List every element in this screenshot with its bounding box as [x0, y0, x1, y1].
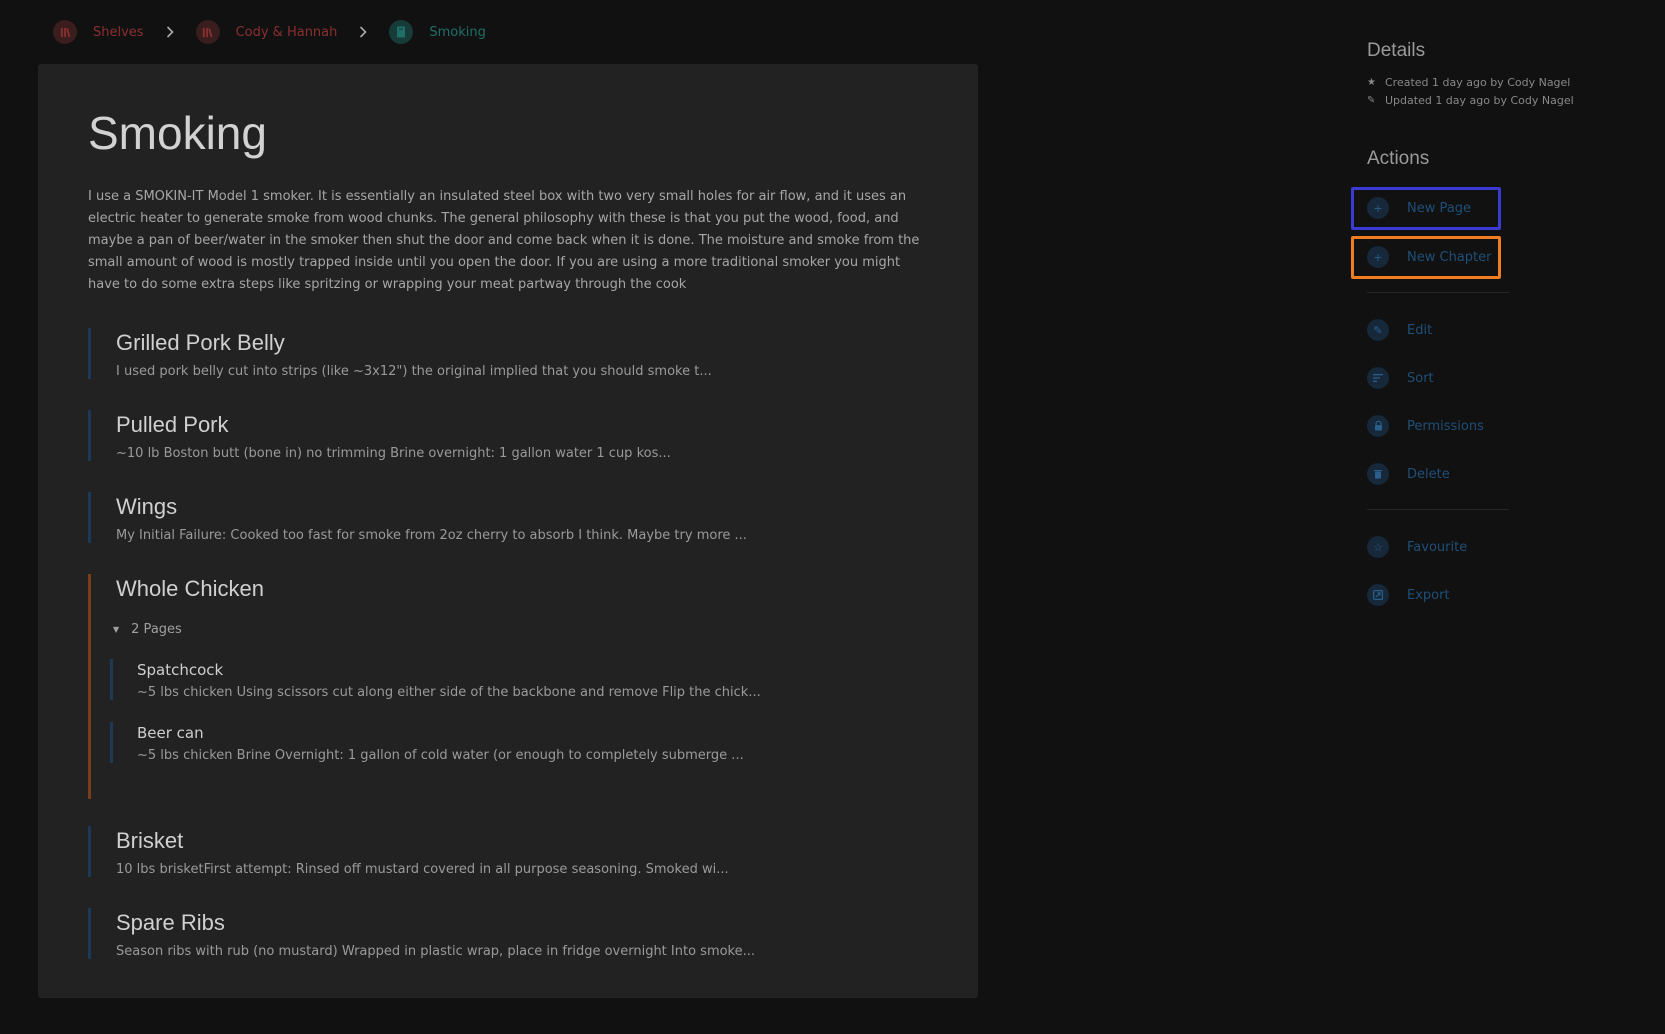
- details-heading: Details: [1367, 40, 1426, 61]
- sort-icon: [1367, 367, 1389, 389]
- content-item-page[interactable]: Wings My Initial Failure: Cooked too fas…: [88, 492, 747, 543]
- page-link-title[interactable]: Beer can: [137, 722, 761, 744]
- breadcrumb-label: Cody & Hannah: [235, 24, 338, 40]
- book-description: I use a SMOKIN-IT Model 1 smoker. It is …: [88, 189, 920, 292]
- pencil-icon: ✎: [1367, 95, 1376, 106]
- favourite-button[interactable]: ☆ Favourite: [1367, 536, 1467, 558]
- delete-button[interactable]: Delete: [1367, 463, 1450, 485]
- page-link-title[interactable]: Grilled Pork Belly: [116, 328, 712, 358]
- caret-down-icon: ▼: [113, 625, 120, 634]
- chapter-page-item[interactable]: Spatchcock ~5 lbs chicken Using scissors…: [110, 659, 761, 700]
- sort-button[interactable]: Sort: [1367, 367, 1434, 389]
- permissions-button[interactable]: Permissions: [1367, 415, 1484, 437]
- page-excerpt: I used pork belly cut into strips (like …: [116, 364, 712, 379]
- star-icon: ☆: [1367, 536, 1389, 558]
- export-icon: [1367, 584, 1389, 606]
- chapter-pages-count: 2 Pages: [131, 622, 182, 637]
- page-excerpt: ~5 lbs chicken Using scissors cut along …: [137, 685, 761, 700]
- page-excerpt: ~10 lb Boston butt (bone in) no trimming…: [116, 446, 671, 461]
- page-excerpt: My Initial Failure: Cooked too fast for …: [116, 528, 747, 543]
- shelves-icon: [53, 20, 77, 44]
- breadcrumb-shelves[interactable]: Shelves: [53, 20, 144, 44]
- star-icon: ★: [1367, 77, 1376, 88]
- breadcrumb-shelf[interactable]: Cody & Hannah: [195, 20, 338, 44]
- sidebar: Details ★ Created 1 day ago by Cody Nage…: [1351, 40, 1647, 606]
- book-content-card: Smoking I use a SMOKIN-IT Model 1 smoker…: [38, 64, 978, 998]
- content-item-page[interactable]: Grilled Pork Belly I used pork belly cut…: [88, 328, 712, 379]
- shelves-icon: [195, 20, 220, 44]
- new-chapter-button[interactable]: + New Chapter: [1367, 246, 1491, 268]
- book-icon: [389, 20, 414, 44]
- export-button[interactable]: Export: [1367, 584, 1450, 606]
- page-link-title[interactable]: Brisket: [116, 826, 729, 856]
- breadcrumb-label: Smoking: [429, 24, 486, 40]
- page-excerpt: Season ribs with rub (no mustard) Wrappe…: [116, 944, 756, 959]
- pencil-icon: ✎: [1367, 319, 1389, 341]
- plus-icon: +: [1367, 197, 1389, 219]
- edit-button[interactable]: ✎ Edit: [1367, 319, 1432, 341]
- chapter-link-title[interactable]: Whole Chicken: [116, 574, 761, 604]
- page-link-title[interactable]: Spatchcock: [137, 659, 761, 681]
- page-link-title[interactable]: Wings: [116, 492, 747, 522]
- actions-heading: Actions: [1367, 148, 1430, 169]
- content-item-page[interactable]: Brisket 10 lbs brisketFirst attempt: Rin…: [88, 826, 729, 877]
- chevron-right-icon: [144, 26, 196, 38]
- actions-divider: [1367, 292, 1509, 293]
- actions-divider: [1367, 509, 1509, 510]
- chapter-page-item[interactable]: Beer can ~5 lbs chicken Brine Overnight:…: [110, 722, 761, 763]
- page-link-title[interactable]: Pulled Pork: [116, 410, 671, 440]
- updated-text: Updated 1 day ago by Cody Nagel: [1385, 94, 1574, 107]
- plus-icon: +: [1367, 246, 1389, 268]
- content-item-page[interactable]: Spare Ribs Season ribs with rub (no must…: [88, 908, 755, 959]
- page-title: Smoking: [88, 107, 267, 159]
- trash-icon: [1367, 463, 1389, 485]
- created-text: Created 1 day ago by Cody Nagel: [1385, 76, 1571, 89]
- breadcrumb-book[interactable]: Smoking: [389, 20, 486, 44]
- breadcrumb: Shelves Cody & Hannah Smoking: [53, 20, 486, 44]
- content-item-page[interactable]: Pulled Pork ~10 lb Boston butt (bone in)…: [88, 410, 671, 461]
- new-page-button[interactable]: + New Page: [1367, 197, 1471, 219]
- breadcrumb-label: Shelves: [93, 24, 144, 40]
- page-excerpt: ~5 lbs chicken Brine Overnight: 1 gallon…: [137, 748, 744, 763]
- created-meta: ★ Created 1 day ago by Cody Nagel: [1367, 76, 1647, 89]
- chevron-right-icon: [337, 26, 389, 38]
- page-excerpt: 10 lbs brisketFirst attempt: Rinsed off …: [116, 862, 729, 877]
- page-link-title[interactable]: Spare Ribs: [116, 908, 755, 938]
- updated-meta: ✎ Updated 1 day ago by Cody Nagel: [1367, 94, 1647, 107]
- lock-icon: [1367, 415, 1389, 437]
- chapter-pages-toggle[interactable]: ▼ 2 Pages: [113, 622, 761, 637]
- content-item-chapter[interactable]: Whole Chicken ▼ 2 Pages Spatchcock ~5 lb…: [88, 574, 761, 799]
